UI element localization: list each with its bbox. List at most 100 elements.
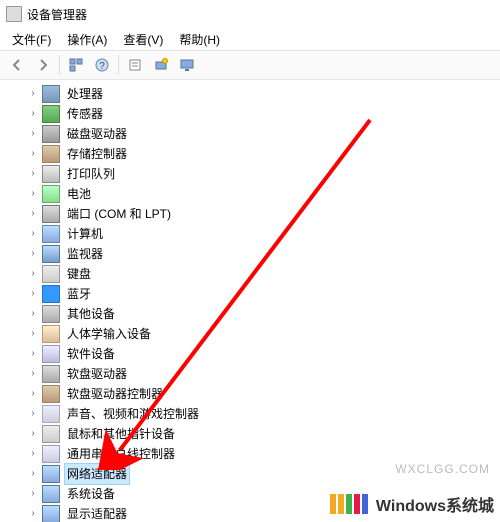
expand-arrow-icon[interactable]: › [26, 187, 40, 201]
tree-item-label: 人体学输入设备 [64, 323, 154, 345]
expand-arrow-icon[interactable]: › [26, 107, 40, 121]
fd-icon [42, 365, 60, 383]
tree-item[interactable]: › 人体学输入设备 [26, 324, 500, 344]
tree-item-label: 通用串行总线控制器 [64, 443, 178, 465]
tree-item-label: 系统设备 [64, 483, 118, 505]
toolbar-help-button[interactable]: ? [90, 53, 114, 77]
tree-item-label: 网络适配器 [64, 463, 130, 485]
expand-arrow-icon[interactable]: › [26, 447, 40, 461]
tree-item-label: 软件设备 [64, 343, 118, 365]
expand-arrow-icon[interactable]: › [26, 487, 40, 501]
toolbar-devices-button[interactable] [175, 53, 199, 77]
usb-icon [42, 445, 60, 463]
tree-item-label: 键盘 [64, 263, 94, 285]
expand-arrow-icon[interactable]: › [26, 467, 40, 481]
expand-arrow-icon[interactable]: › [26, 127, 40, 141]
tree-item[interactable]: ›蓝牙 [26, 284, 500, 304]
tree-item-label: 软盘驱动器控制器 [64, 383, 166, 405]
menu-help[interactable]: 帮助(H) [171, 29, 228, 50]
app-icon [6, 6, 22, 22]
tree-item[interactable]: › 处理器 [26, 84, 500, 104]
expand-arrow-icon[interactable]: › [26, 267, 40, 281]
net-icon [42, 465, 60, 483]
menu-action[interactable]: 操作(A) [59, 29, 115, 50]
expand-arrow-icon[interactable]: › [26, 427, 40, 441]
tree-item[interactable]: › 键盘 [26, 264, 500, 284]
expand-arrow-icon[interactable]: › [26, 87, 40, 101]
tree-item-label: 计算机 [64, 223, 106, 245]
expand-arrow-icon[interactable]: › [26, 307, 40, 321]
toolbar: ? [0, 51, 500, 80]
expand-arrow-icon[interactable]: › [26, 367, 40, 381]
tree-item-label: 打印队列 [64, 163, 118, 185]
expand-arrow-icon[interactable]: › [26, 287, 40, 301]
menu-view[interactable]: 查看(V) [115, 29, 171, 50]
tree-item[interactable]: › 磁盘驱动器 [26, 124, 500, 144]
svg-text:?: ? [99, 61, 105, 72]
toolbar-separator [59, 55, 60, 75]
tree-item-label: 处理器 [64, 83, 106, 105]
tree-item[interactable]: › 网络适配器 [26, 464, 500, 484]
other-icon [42, 305, 60, 323]
expand-arrow-icon[interactable]: › [26, 207, 40, 221]
tree-item[interactable]: › 打印队列 [26, 164, 500, 184]
tree-item[interactable]: › 软盘驱动器控制器 [26, 384, 500, 404]
toolbar-forward-button[interactable] [31, 53, 55, 77]
tree-item[interactable]: ›端口 (COM 和 LPT) [26, 204, 500, 224]
tree-item[interactable]: › 软盘驱动器 [26, 364, 500, 384]
tree-item[interactable]: › 声音、视频和游戏控制器 [26, 404, 500, 424]
hid-icon [42, 325, 60, 343]
properties-icon [128, 58, 142, 72]
expand-arrow-icon[interactable]: › [26, 387, 40, 401]
tree-item[interactable]: › 系统设备 [26, 484, 500, 504]
menu-bar: 文件(F) 操作(A) 查看(V) 帮助(H) [0, 28, 500, 51]
expand-arrow-icon[interactable]: › [26, 347, 40, 361]
sensor-icon [42, 105, 60, 123]
kb-icon [42, 265, 60, 283]
tree-item[interactable]: › 电池 [26, 184, 500, 204]
menu-file[interactable]: 文件(F) [4, 29, 59, 50]
tree-item[interactable]: › 显示适配器 [26, 504, 500, 522]
tree-item-label: 磁盘驱动器 [64, 123, 130, 145]
gpu-icon [42, 505, 60, 522]
arrow-left-icon [10, 58, 24, 72]
tree-item[interactable]: › 通用串行总线控制器 [26, 444, 500, 464]
bt-icon [42, 285, 60, 303]
bat-icon [42, 185, 60, 203]
toolbar-back-button[interactable] [5, 53, 29, 77]
ctrl-icon [42, 145, 60, 163]
toolbar-tree-button[interactable] [64, 53, 88, 77]
mon-icon [42, 245, 60, 263]
tree-item[interactable]: › 计算机 [26, 224, 500, 244]
tree-item[interactable]: › 软件设备 [26, 344, 500, 364]
tree-item-label: 显示适配器 [64, 503, 130, 522]
tree-item-label: 软盘驱动器 [64, 363, 130, 385]
scan-icon [154, 58, 168, 72]
expand-arrow-icon[interactable]: › [26, 507, 40, 521]
tree-item-label: 监视器 [64, 243, 106, 265]
tree-item-label: 存储控制器 [64, 143, 130, 165]
expand-arrow-icon[interactable]: › [26, 247, 40, 261]
print-icon [42, 165, 60, 183]
expand-arrow-icon[interactable]: › [26, 407, 40, 421]
tree-item-label: 声音、视频和游戏控制器 [64, 403, 202, 425]
tree-item[interactable]: › 存储控制器 [26, 144, 500, 164]
ms-icon [42, 425, 60, 443]
tree-item-label: 鼠标和其他指针设备 [64, 423, 178, 445]
toolbar-scan-button[interactable] [149, 53, 173, 77]
tree-item[interactable]: › 传感器 [26, 104, 500, 124]
expand-arrow-icon[interactable]: › [26, 327, 40, 341]
tree-item-label: 其他设备 [64, 303, 118, 325]
monitor-icon [180, 58, 194, 72]
help-icon: ? [95, 58, 109, 72]
tree-item[interactable]: › 鼠标和其他指针设备 [26, 424, 500, 444]
device-tree[interactable]: › 处理器 › 传感器 › 磁盘驱动器 › 存储控制器 › 打印队列 › 电池›端口 (COM 和 L… [0, 80, 500, 522]
tree-item-label: 电池 [64, 183, 94, 205]
tree-item[interactable]: › 监视器 [26, 244, 500, 264]
toolbar-properties-button[interactable] [123, 53, 147, 77]
expand-arrow-icon[interactable]: › [26, 147, 40, 161]
expand-arrow-icon[interactable]: › [26, 167, 40, 181]
tree-item[interactable]: › 其他设备 [26, 304, 500, 324]
expand-arrow-icon[interactable]: › [26, 227, 40, 241]
tree-item-label: 传感器 [64, 103, 106, 125]
